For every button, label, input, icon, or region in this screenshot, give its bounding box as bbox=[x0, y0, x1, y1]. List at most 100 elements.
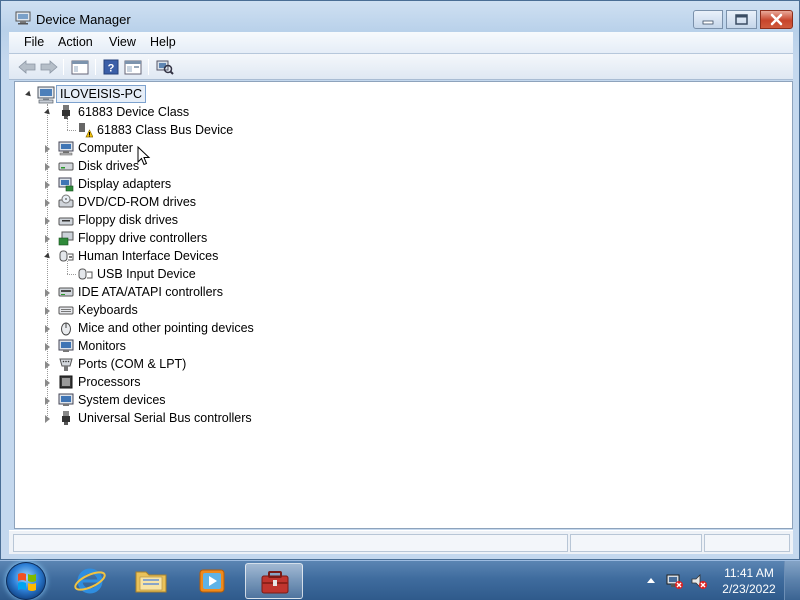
hid-device-icon bbox=[78, 268, 93, 280]
clock-date[interactable]: 2/23/2022 bbox=[714, 582, 784, 596]
root-collapse-toggle[interactable] bbox=[24, 90, 33, 99]
hid-icon bbox=[59, 250, 74, 262]
computer-root-icon bbox=[37, 86, 55, 104]
tree-node-toggle[interactable] bbox=[43, 198, 52, 207]
menu-file[interactable]: File bbox=[24, 35, 44, 49]
display-adapter-icon bbox=[58, 177, 74, 192]
tree-node-toggle[interactable] bbox=[43, 252, 52, 261]
maximize-button[interactable] bbox=[726, 10, 757, 29]
system-device-icon bbox=[58, 393, 74, 406]
windows-explorer-icon bbox=[135, 571, 167, 593]
internet-explorer-icon bbox=[74, 568, 106, 594]
device-class-icon bbox=[62, 105, 70, 119]
tree-node-toggle[interactable] bbox=[43, 180, 52, 189]
tree-node-toggle[interactable] bbox=[43, 162, 52, 171]
tree-category-label[interactable]: Ports (COM & LPT) bbox=[78, 356, 186, 372]
tree-category-label[interactable]: Keyboards bbox=[78, 302, 138, 318]
tree-node-toggle[interactable] bbox=[43, 288, 52, 297]
floppy-controller-icon bbox=[58, 231, 74, 246]
disk-drive-icon bbox=[58, 162, 74, 171]
taskbar-internet-explorer[interactable] bbox=[61, 563, 119, 599]
help-icon: ? bbox=[103, 59, 119, 75]
show-hide-console-tree-button[interactable] bbox=[70, 58, 90, 76]
tree-node-toggle[interactable] bbox=[43, 396, 52, 405]
minimize-icon bbox=[702, 20, 714, 25]
back-button[interactable] bbox=[17, 58, 37, 76]
forward-button[interactable] bbox=[39, 58, 59, 76]
show-hidden-icons-icon[interactable] bbox=[646, 576, 656, 584]
taskbar-media-player[interactable] bbox=[183, 563, 241, 599]
computer-root-label[interactable]: ILOVEISIS-PC bbox=[56, 85, 146, 103]
volume-muted-icon[interactable] bbox=[690, 572, 708, 590]
tree-category-label[interactable]: DVD/CD-ROM drives bbox=[78, 194, 196, 210]
warning-device-icon bbox=[79, 123, 93, 138]
tree-node-toggle[interactable] bbox=[43, 324, 52, 333]
device-manager-window: Device Manager File Action View Help ? I… bbox=[0, 0, 800, 560]
tree-category-label[interactable]: Floppy drive controllers bbox=[78, 230, 207, 246]
tree-device-label[interactable]: 61883 Class Bus Device bbox=[97, 122, 233, 138]
show-desktop-button[interactable] bbox=[784, 561, 800, 600]
computer-icon bbox=[58, 141, 74, 156]
tree-category-label[interactable]: Mice and other pointing devices bbox=[78, 320, 254, 336]
properties-icon bbox=[124, 60, 142, 74]
processor-icon bbox=[59, 375, 73, 389]
forward-arrow-icon bbox=[40, 60, 58, 74]
device-tree-pane[interactable]: ILOVEISIS-PC 61883 Device Class 61883 Cla… bbox=[14, 81, 793, 529]
dvd-drive-icon bbox=[58, 194, 74, 208]
tree-node-toggle[interactable] bbox=[43, 378, 52, 387]
tree-node-toggle[interactable] bbox=[43, 360, 52, 369]
status-pane-main bbox=[13, 534, 568, 552]
tree-category-label[interactable]: Disk drives bbox=[78, 158, 139, 174]
windows-logo-icon bbox=[18, 573, 36, 591]
start-button[interactable] bbox=[6, 562, 46, 600]
tree-node-toggle[interactable] bbox=[43, 108, 52, 117]
tree-node-toggle[interactable] bbox=[43, 414, 52, 423]
taskbar-device-manager[interactable] bbox=[245, 563, 303, 599]
tree-category-label[interactable]: 61883 Device Class bbox=[78, 104, 189, 120]
usb-controller-icon bbox=[62, 411, 70, 425]
menu-help[interactable]: Help bbox=[150, 35, 176, 49]
menu-view[interactable]: View bbox=[109, 35, 136, 49]
taskbar-windows-explorer[interactable] bbox=[122, 563, 180, 599]
device-manager-task-icon bbox=[261, 571, 289, 594]
tree-category-label[interactable]: Computer bbox=[78, 140, 133, 156]
help-button[interactable]: ? bbox=[101, 58, 121, 76]
status-bar bbox=[9, 530, 793, 554]
tree-category-label[interactable]: Processors bbox=[78, 374, 141, 390]
scan-hardware-button[interactable] bbox=[155, 58, 175, 76]
media-player-icon bbox=[199, 569, 225, 593]
mouse-icon bbox=[61, 322, 71, 336]
tree-device-label[interactable]: USB Input Device bbox=[97, 266, 196, 282]
close-button[interactable] bbox=[760, 10, 793, 29]
minimize-button[interactable] bbox=[693, 10, 723, 29]
tree-node-toggle[interactable] bbox=[43, 306, 52, 315]
tree-node-toggle[interactable] bbox=[43, 234, 52, 243]
tree-category-label[interactable]: IDE ATA/ATAPI controllers bbox=[78, 284, 223, 300]
maximize-icon bbox=[735, 14, 748, 25]
title-bar[interactable]: Device Manager bbox=[1, 1, 800, 32]
tree-node-toggle[interactable] bbox=[43, 342, 52, 351]
taskbar: 11:41 AM 2/23/2022 bbox=[0, 560, 800, 600]
scan-hardware-icon bbox=[156, 60, 174, 75]
tree-category-label[interactable]: Human Interface Devices bbox=[78, 248, 218, 264]
properties-button[interactable] bbox=[123, 58, 143, 76]
clock-time[interactable]: 11:41 AM bbox=[714, 566, 784, 580]
tree-category-label[interactable]: Monitors bbox=[78, 338, 126, 354]
ide-controller-icon bbox=[58, 287, 74, 297]
tree-branch-line bbox=[67, 261, 68, 274]
toolbar: ? bbox=[9, 54, 793, 80]
mouse-cursor-icon bbox=[137, 146, 151, 166]
toolbar-separator bbox=[63, 59, 64, 75]
tree-node-toggle[interactable] bbox=[43, 216, 52, 225]
tree-category-label[interactable]: System devices bbox=[78, 392, 166, 408]
tree-category-label[interactable]: Universal Serial Bus controllers bbox=[78, 410, 252, 426]
tree-node-toggle[interactable] bbox=[43, 144, 52, 153]
tree-category-label[interactable]: Floppy disk drives bbox=[78, 212, 178, 228]
svg-text:?: ? bbox=[108, 63, 115, 75]
tree-branch-line bbox=[67, 274, 76, 275]
network-status-icon[interactable] bbox=[666, 572, 684, 590]
tree-category-label[interactable]: Display adapters bbox=[78, 176, 171, 192]
toolbar-separator bbox=[148, 59, 149, 75]
tree-branch-line bbox=[67, 117, 68, 130]
menu-action[interactable]: Action bbox=[58, 35, 93, 49]
